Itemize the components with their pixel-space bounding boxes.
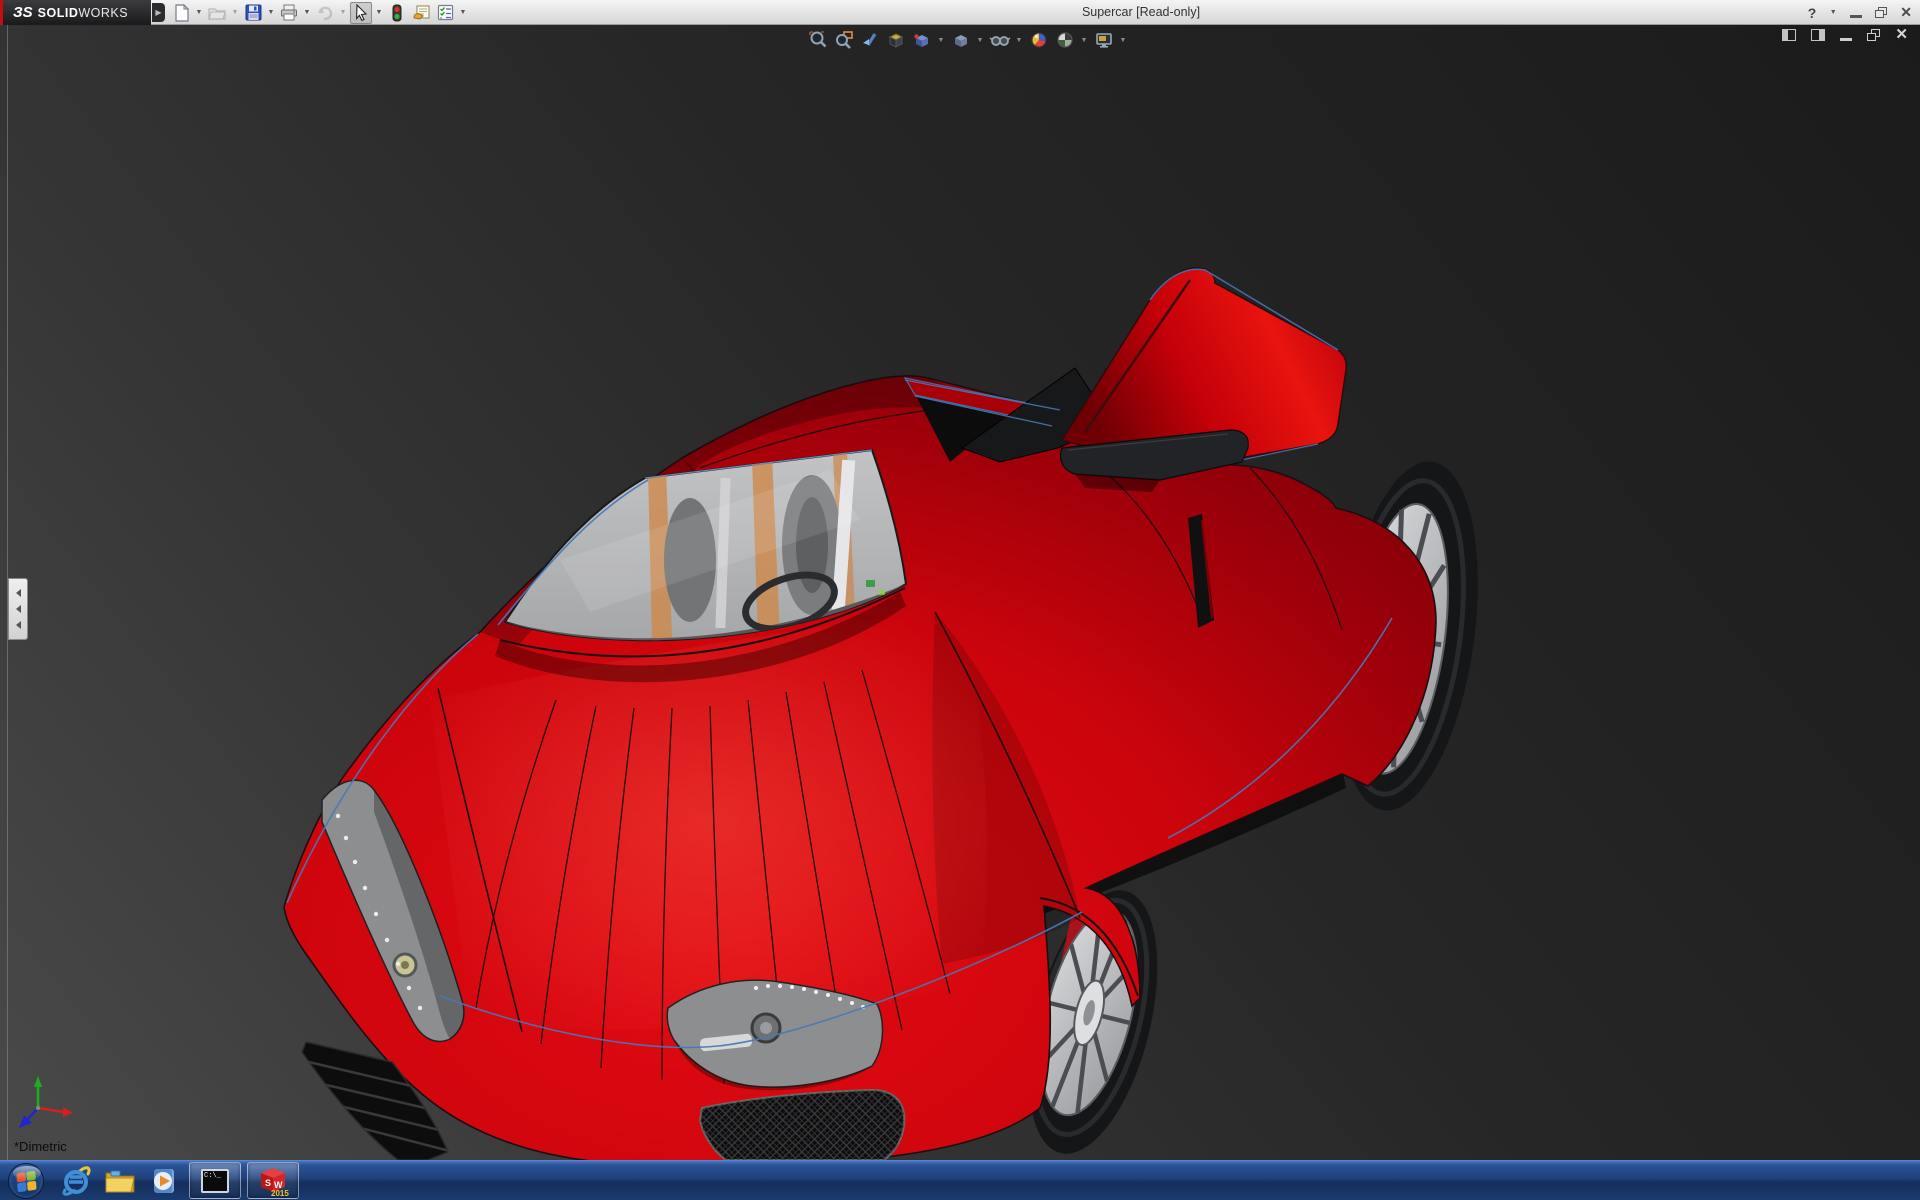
select-button[interactable] [350, 1, 372, 24]
view-orientation-label: *Dimetric [14, 1139, 67, 1154]
edit-appearance-button[interactable] [1027, 29, 1050, 51]
comment-note-icon [412, 5, 429, 20]
solidworks-2015-icon: S W 2015 [261, 1167, 289, 1197]
logo-glyph: ЗS [13, 4, 33, 21]
new-document-button[interactable] [170, 2, 192, 24]
options-button[interactable] [434, 2, 456, 24]
window-controls: ? ▼ ✕ [1808, 0, 1912, 25]
previous-view-icon [862, 33, 876, 46]
collapse-arrow-icon [15, 589, 21, 597]
hide-show-items-button[interactable] [988, 29, 1011, 51]
open-button[interactable] [206, 2, 228, 24]
main-toolbar: ▼ ▼ ▼ ▼ ▼ ▼ ▼ [170, 0, 468, 25]
collapse-arrow-icon [15, 621, 21, 629]
solidworks-logo: ЗS SOLID WORKS [3, 0, 151, 25]
new-dropdown-caret[interactable]: ▼ [194, 2, 204, 24]
3d-scene[interactable] [0, 25, 1920, 1160]
close-window-button[interactable]: ✕ [1900, 4, 1912, 21]
section-view-icon [888, 33, 903, 48]
options-checklist-icon [437, 4, 453, 21]
taskbar: C:\_ S W 2015 [0, 1160, 1920, 1200]
taskbar-item-solidworks-2015[interactable]: S W 2015 [247, 1162, 299, 1199]
display-style-caret[interactable]: ▼ [975, 29, 985, 51]
reference-triad [19, 1076, 73, 1128]
solidworks-app: ЗS SOLID WORKS ▶ ▼ ▼ ▼ ▼ ▼ ▼ ▼ Supercar … [0, 0, 1920, 1200]
feature-tree-collapsed-tab[interactable] [8, 578, 28, 640]
select-cursor-icon [355, 4, 367, 21]
media-player-icon [154, 1168, 174, 1193]
minimize-document-button[interactable] [1840, 38, 1853, 41]
edit-appearance-icon [1031, 32, 1046, 48]
zoom-to-area-button[interactable] [832, 29, 855, 51]
document-window-controls: ✕ [1782, 27, 1908, 42]
options-dropdown-caret[interactable]: ▼ [458, 2, 468, 24]
logo-text-bold: SOLID [37, 5, 79, 20]
hide-show-items-caret[interactable]: ▼ [1014, 29, 1024, 51]
undo-button[interactable] [314, 2, 336, 24]
save-button[interactable] [242, 2, 264, 24]
internet-explorer-icon [62, 1165, 91, 1196]
folder-icon [105, 1170, 135, 1192]
heads-up-view-toolbar: ▼ ▼ ▼ ▼ ▼ [806, 28, 1128, 52]
comment-note-button[interactable] [410, 2, 432, 24]
hide-show-items-icon [989, 36, 1010, 46]
taskbar-item-internet-explorer[interactable] [54, 1162, 98, 1200]
section-view-button[interactable] [884, 29, 907, 51]
help-dropdown-caret[interactable]: ▼ [1829, 2, 1837, 24]
minimize-window-button[interactable] [1850, 15, 1863, 18]
collapse-arrow-icon [15, 605, 21, 613]
print-button[interactable] [278, 2, 300, 24]
traffic-light-button[interactable] [386, 2, 408, 24]
view-orientation-caret[interactable]: ▼ [936, 29, 946, 51]
taskbar-item-command-prompt[interactable]: C:\_ [189, 1162, 241, 1199]
taskbar-item-windows-explorer[interactable] [98, 1162, 142, 1200]
zoom-to-fit-button[interactable] [806, 29, 829, 51]
pane-left-button[interactable] [1782, 29, 1797, 41]
view-settings-caret[interactable]: ▼ [1118, 29, 1128, 51]
apply-scene-button[interactable] [1053, 29, 1076, 51]
restore-document-button[interactable] [1867, 29, 1881, 41]
title-bar: ЗS SOLID WORKS ▶ ▼ ▼ ▼ ▼ ▼ ▼ ▼ Supercar … [0, 0, 1920, 25]
car-model[interactable] [283, 267, 1498, 1160]
open-dropdown-caret[interactable]: ▼ [230, 2, 240, 24]
taskbar-item-media-player[interactable] [142, 1162, 186, 1200]
view-orientation-button[interactable] [910, 29, 933, 51]
pane-right-button[interactable] [1811, 29, 1826, 41]
command-prompt-icon: C:\_ [201, 1168, 229, 1193]
svg-text:S: S [265, 1178, 271, 1188]
help-button[interactable]: ? [1808, 5, 1817, 21]
apply-scene-caret[interactable]: ▼ [1079, 29, 1089, 51]
logo-text-light: WORKS [78, 5, 129, 20]
traffic-light-icon [392, 4, 402, 21]
undo-dropdown-caret[interactable]: ▼ [338, 2, 348, 24]
previous-view-button[interactable] [858, 29, 881, 51]
select-dropdown-caret[interactable]: ▼ [374, 2, 384, 24]
print-dropdown-caret[interactable]: ▼ [302, 2, 312, 24]
view-orientation-icon [913, 34, 928, 47]
svg-text:2015: 2015 [271, 1189, 289, 1197]
save-dropdown-caret[interactable]: ▼ [266, 2, 276, 24]
display-style-icon [954, 35, 967, 47]
zoom-to-fit-icon [808, 31, 826, 48]
logo-flyout-arrow[interactable]: ▶ [152, 3, 165, 22]
start-button[interactable] [8, 1162, 44, 1199]
undo-icon [318, 6, 333, 20]
new-document-icon [174, 3, 189, 22]
open-folder-icon [208, 7, 226, 20]
restore-window-button[interactable] [1875, 7, 1888, 18]
apply-scene-icon [1056, 32, 1073, 48]
print-icon [281, 4, 297, 21]
display-style-button[interactable] [949, 29, 972, 51]
document-title: Supercar [Read-only] [1081, 5, 1201, 19]
graphics-viewport[interactable]: ▼ ▼ ▼ ▼ ▼ ✕ *Dimetric [0, 25, 1920, 1160]
save-icon [245, 4, 261, 21]
view-settings-icon [1095, 33, 1112, 48]
view-settings-button[interactable] [1092, 29, 1115, 51]
zoom-to-area-icon [835, 31, 853, 49]
close-document-button[interactable]: ✕ [1895, 27, 1908, 42]
